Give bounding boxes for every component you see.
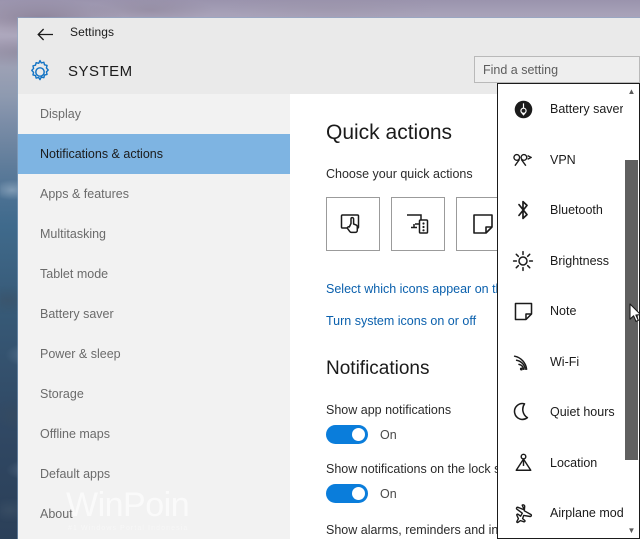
note-icon	[473, 214, 493, 234]
moon-icon	[512, 401, 534, 423]
gear-icon	[26, 58, 54, 86]
toggle-knob	[352, 487, 365, 500]
dropdown-item-vpn[interactable]: VPN	[498, 135, 626, 186]
sidebar-item-label: Offline maps	[40, 427, 110, 441]
select-icons-link[interactable]: Select which icons appear on the	[326, 282, 509, 296]
sidebar-item-label: Power & sleep	[40, 347, 121, 361]
notifications-heading: Notifications	[326, 358, 430, 379]
search-box[interactable]	[474, 56, 640, 83]
show-lock-screen-notifications-row: On	[326, 484, 397, 503]
sidebar-item-default-apps[interactable]: Default apps	[18, 454, 290, 494]
sidebar-item-label: Storage	[40, 387, 84, 401]
dropdown-item-label: VPN	[550, 152, 576, 167]
sidebar-item-storage[interactable]: Storage	[18, 374, 290, 414]
show-app-notifications-label: Show app notifications	[326, 403, 452, 417]
connect-project-icon	[407, 214, 429, 234]
bluetooth-icon	[512, 199, 534, 221]
dropdown-item-label: Location	[550, 455, 598, 470]
toggle-knob	[352, 428, 365, 441]
dropdown-item-location[interactable]: Location	[498, 438, 626, 489]
sidebar-item-tablet-mode[interactable]: Tablet mode	[18, 254, 290, 294]
dropdown-item-battery-saver[interactable]: Battery saver	[498, 84, 626, 135]
dropdown-item-bluetooth[interactable]: Bluetooth	[498, 185, 626, 236]
back-button[interactable]	[28, 22, 62, 46]
sidebar-item-label: About	[40, 507, 73, 521]
system-icons-link[interactable]: Turn system icons on or off	[326, 314, 476, 328]
dropdown-item-label: Bluetooth	[550, 203, 603, 218]
sidebar-item-label: Display	[40, 107, 81, 121]
back-arrow-icon	[36, 28, 53, 40]
tablet-mode-icon	[340, 214, 360, 234]
quick-action-tiles	[326, 197, 510, 251]
sidebar-item-power-sleep[interactable]: Power & sleep	[18, 334, 290, 374]
quick-action-tile-connect[interactable]	[391, 197, 445, 251]
dropdown-item-label: Note	[550, 304, 577, 319]
sidebar-item-label: Notifications & actions	[40, 147, 163, 161]
dropdown-item-label: Battery saver	[550, 102, 624, 117]
airplane-icon	[512, 502, 534, 524]
sidebar-item-label: Battery saver	[40, 307, 114, 321]
page-title: SYSTEM	[68, 63, 133, 80]
dropdown-item-label: Airplane mode	[550, 506, 631, 521]
battery-saver-icon	[512, 98, 534, 120]
window-titlebar: Settings	[18, 18, 640, 50]
sidebar-item-offline-maps[interactable]: Offline maps	[18, 414, 290, 454]
show-lock-screen-notifications-toggle[interactable]	[326, 484, 368, 503]
vpn-icon	[512, 149, 534, 171]
dropdown-list: Battery saver VPN Bluetooth Brightness N…	[498, 84, 631, 538]
brightness-icon	[512, 250, 534, 272]
dropdown-item-label: Quiet hours	[550, 405, 615, 420]
search-input[interactable]	[475, 57, 639, 82]
wifi-icon	[512, 351, 534, 373]
location-icon	[512, 452, 534, 474]
sidebar-item-label: Tablet mode	[40, 267, 109, 281]
sidebar-item-display[interactable]: Display	[18, 94, 290, 134]
sidebar-item-apps-features[interactable]: Apps & features	[18, 174, 290, 214]
toggle-state-label: On	[380, 427, 397, 442]
scroll-down-arrow-icon[interactable]: ▼	[624, 523, 639, 538]
show-app-notifications-row: On	[326, 425, 397, 444]
dropdown-item-note[interactable]: Note	[498, 286, 626, 337]
scrollbar-thumb[interactable]	[625, 160, 638, 460]
dropdown-item-wifi[interactable]: Wi-Fi	[498, 337, 626, 388]
settings-sidebar: Display Notifications & actions Apps & f…	[18, 94, 290, 539]
quick-action-tile-tablet-mode[interactable]	[326, 197, 380, 251]
quick-actions-subheading: Choose your quick actions	[326, 167, 473, 181]
show-lock-screen-notifications-label: Show notifications on the lock scr	[326, 462, 511, 476]
quick-actions-heading: Quick actions	[326, 121, 453, 144]
sidebar-item-notifications-actions[interactable]: Notifications & actions	[18, 134, 290, 174]
toggle-state-label: On	[380, 486, 397, 501]
dropdown-scrollbar[interactable]: ▲ ▼	[623, 84, 639, 538]
scroll-up-arrow-icon[interactable]: ▲	[624, 84, 639, 99]
sidebar-item-label: Default apps	[40, 467, 111, 481]
sidebar-item-multitasking[interactable]: Multitasking	[18, 214, 290, 254]
sidebar-item-about[interactable]: About	[18, 494, 290, 534]
dropdown-item-airplane-mode[interactable]: Airplane mode	[498, 488, 631, 538]
sidebar-item-label: Multitasking	[40, 227, 106, 241]
dropdown-item-brightness[interactable]: Brightness	[498, 236, 626, 287]
dropdown-item-label: Brightness	[550, 253, 610, 268]
sidebar-item-battery-saver[interactable]: Battery saver	[18, 294, 290, 334]
note-icon	[512, 300, 534, 322]
desktop: Settings SYSTEM Display Notifications & …	[0, 0, 640, 539]
show-app-notifications-toggle[interactable]	[326, 425, 368, 444]
window-title: Settings	[70, 25, 115, 39]
quick-actions-dropdown: Battery saver VPN Bluetooth Brightness N…	[497, 83, 640, 539]
sidebar-item-label: Apps & features	[40, 187, 129, 201]
dropdown-item-quiet-hours[interactable]: Quiet hours	[498, 387, 626, 438]
dropdown-item-label: Wi-Fi	[550, 354, 580, 369]
